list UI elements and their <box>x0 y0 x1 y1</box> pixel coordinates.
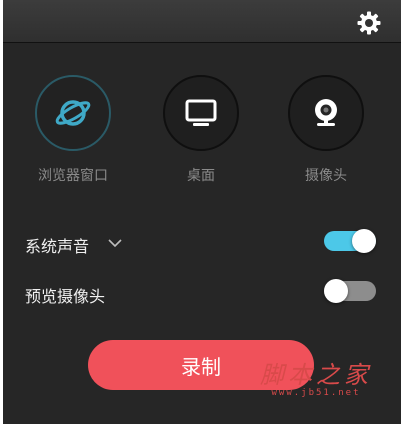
watermark: 脚本之家 www.jb51.net <box>251 355 381 405</box>
watermark-title: 脚本之家 <box>260 361 372 389</box>
mode-webcam-circle <box>288 75 364 151</box>
mode-webcam[interactable]: 摄像头 <box>271 75 381 185</box>
mode-desktop-circle <box>163 75 239 151</box>
title-bar <box>3 0 401 43</box>
mode-desktop[interactable]: 桌面 <box>146 75 256 185</box>
mode-browser-window-circle <box>35 75 111 151</box>
mode-browser-window[interactable]: 浏览器窗口 <box>18 75 128 185</box>
mode-webcam-label: 摄像头 <box>305 168 347 184</box>
preview-camera-toggle[interactable] <box>324 279 376 303</box>
browser-globe-icon <box>55 100 91 126</box>
toggle-knob <box>352 229 376 253</box>
recorder-window: 浏览器窗口 桌面 摄像头 系统声音 预览摄像头 录制 脚本之家 www.jb51… <box>3 0 401 424</box>
gear-icon <box>357 11 381 35</box>
settings-button[interactable] <box>356 10 382 36</box>
mode-desktop-label: 桌面 <box>187 168 215 184</box>
toggle-knob <box>324 279 348 303</box>
mode-browser-window-label: 浏览器窗口 <box>38 168 108 184</box>
preview-camera-label: 预览摄像头 <box>25 287 106 306</box>
system-audio-label: 系统声音 <box>25 237 90 256</box>
chevron-down-icon[interactable] <box>108 238 122 248</box>
system-audio-toggle[interactable] <box>324 229 376 253</box>
monitor-icon <box>185 99 217 126</box>
webcam-icon <box>315 99 337 126</box>
